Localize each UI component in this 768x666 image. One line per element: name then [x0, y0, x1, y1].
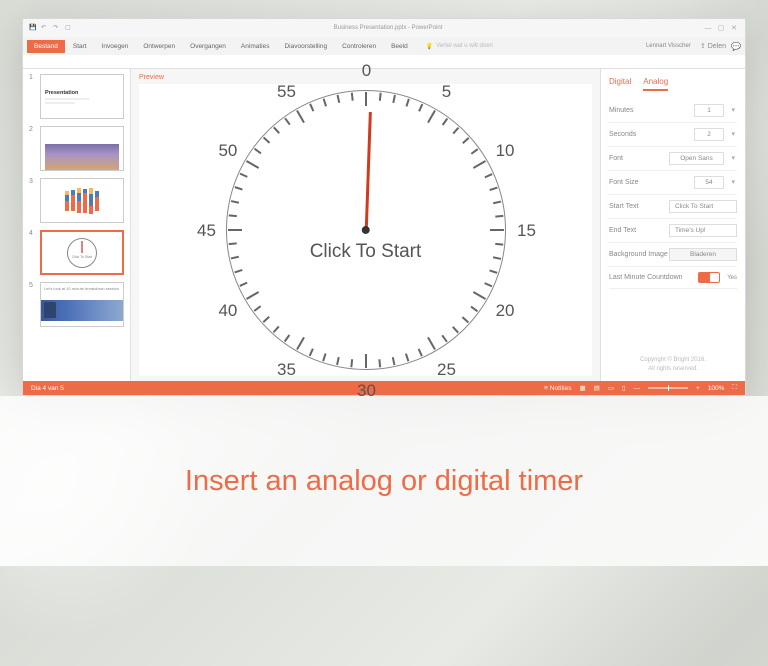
- document-title: Business Presentation.pptx - PowerPoint: [73, 25, 703, 31]
- tab-slideshow[interactable]: Diavoorstelling: [277, 40, 334, 53]
- user-label[interactable]: Lennart Visscher: [646, 43, 691, 49]
- clock-number: 50: [218, 141, 237, 161]
- starttext-label: Start Text: [609, 203, 638, 210]
- clock-number: 5: [442, 82, 451, 102]
- fit-icon[interactable]: ⛶: [732, 384, 737, 392]
- copyright: Copyright © Bright 2016.All rights reser…: [609, 356, 737, 373]
- clock-start-text: Click To Start: [227, 241, 505, 263]
- tab-review[interactable]: Controleren: [335, 40, 383, 53]
- caption-area: Insert an analog or digital timer: [0, 396, 768, 566]
- zoom-in-icon[interactable]: +: [696, 385, 700, 392]
- tab-transitions[interactable]: Overgangen: [183, 40, 233, 53]
- slide-thumb[interactable]: 5 Let's look at 10 minute breakdown sess…: [29, 282, 124, 327]
- share-icon: ⇪: [700, 42, 706, 50]
- font-dropdown[interactable]: Open Sans: [669, 152, 724, 165]
- countdown-toggle[interactable]: [698, 272, 720, 283]
- slide-thumb[interactable]: 3: [29, 178, 124, 223]
- minimize-button[interactable]: —: [703, 23, 713, 33]
- seconds-label: Seconds: [609, 131, 636, 138]
- clock-number: 0: [362, 61, 371, 81]
- save-icon[interactable]: 💾: [29, 24, 37, 32]
- seconds-dropdown[interactable]: 2: [694, 128, 724, 141]
- tab-file[interactable]: Bestand: [27, 40, 65, 53]
- titlebar: 💾 ↶ ↷ ▢ Business Presentation.pptx - Pow…: [23, 19, 745, 37]
- tab-view[interactable]: Beeld: [384, 40, 415, 53]
- font-label: Font: [609, 155, 623, 162]
- clock-number: 55: [277, 82, 296, 102]
- view-sorter-icon[interactable]: ▤: [594, 384, 600, 392]
- share-button[interactable]: ⇪Delen: [700, 42, 726, 50]
- starttext-input[interactable]: Click To Start: [669, 200, 737, 213]
- countdown-label: Last Minute Countdown: [609, 274, 683, 281]
- tab-analog[interactable]: Analog: [643, 77, 668, 91]
- zoom-level[interactable]: 100%: [708, 385, 725, 392]
- zoom-out-icon[interactable]: —: [634, 385, 641, 392]
- clock-number: 15: [517, 221, 536, 241]
- ribbon-body: [23, 55, 745, 69]
- tab-design[interactable]: Ontwerpen: [136, 40, 182, 53]
- slide-thumb[interactable]: 2: [29, 126, 124, 171]
- tab-start[interactable]: Start: [66, 40, 94, 53]
- ribbon-tabs: Bestand Start Invoegen Ontwerpen Overgan…: [23, 37, 745, 55]
- powerpoint-window: 💾 ↶ ↷ ▢ Business Presentation.pptx - Pow…: [22, 18, 746, 396]
- view-slideshow-icon[interactable]: ▯: [622, 384, 626, 392]
- tab-digital[interactable]: Digital: [609, 77, 631, 91]
- bgimage-label: Background Image: [609, 251, 668, 258]
- timer-settings-panel: Digital Analog Minutes 1 Seconds 2 Font Ope…: [600, 69, 745, 381]
- endtext-label: End Text: [609, 227, 636, 234]
- clock-number: 10: [496, 141, 515, 161]
- minutes-label: Minutes: [609, 107, 634, 114]
- clock-number: 25: [437, 360, 456, 380]
- view-normal-icon[interactable]: ▦: [579, 384, 585, 392]
- clock-number: 20: [496, 301, 515, 321]
- slide-counter: Dia 4 van 5: [31, 385, 544, 392]
- statusbar: Dia 4 van 5 ≡ Notities ▦ ▤ ▭ ▯ — + 100% …: [23, 381, 745, 395]
- minutes-dropdown[interactable]: 1: [694, 104, 724, 117]
- browse-button[interactable]: Bladeren: [669, 248, 737, 261]
- comment-icon[interactable]: 💬: [731, 42, 741, 51]
- clock-number: 45: [197, 221, 216, 241]
- close-button[interactable]: ✕: [729, 23, 739, 33]
- fontsize-dropdown[interactable]: 54: [694, 176, 724, 189]
- slide-thumb-active[interactable]: 4 Click To Start: [29, 230, 124, 275]
- caption-text: Insert an analog or digital timer: [185, 465, 583, 498]
- slide-thumb[interactable]: 1 Presentation: [29, 74, 124, 119]
- tab-animations[interactable]: Animaties: [234, 40, 277, 53]
- workspace: 1 Presentation 2 3 4 Clic: [23, 69, 745, 381]
- slideshow-icon[interactable]: ▢: [65, 24, 73, 32]
- clock-hand: [364, 112, 371, 230]
- clock-number: 40: [218, 301, 237, 321]
- endtext-input[interactable]: Time's Up!: [669, 224, 737, 237]
- bulb-icon: 💡: [426, 43, 433, 50]
- slide-canvas[interactable]: Click To Start 0510152025303540455055: [139, 84, 592, 376]
- undo-icon[interactable]: ↶: [41, 24, 49, 32]
- slides-panel: 1 Presentation 2 3 4 Clic: [23, 69, 131, 381]
- redo-icon[interactable]: ↷: [53, 24, 61, 32]
- maximize-button[interactable]: ▢: [716, 23, 726, 33]
- zoom-slider[interactable]: [648, 387, 688, 389]
- tell-me-search[interactable]: 💡Vertel wat u wilt doen: [426, 43, 493, 50]
- fontsize-label: Font Size: [609, 179, 639, 186]
- preview-area: Preview Click To Start 05101520253035404…: [131, 69, 600, 381]
- clock-number: 35: [277, 360, 296, 380]
- notes-button[interactable]: ≡ Notities: [544, 385, 571, 392]
- tab-insert[interactable]: Invoegen: [95, 40, 136, 53]
- view-reading-icon[interactable]: ▭: [608, 384, 614, 392]
- analog-clock[interactable]: Click To Start 0510152025303540455055: [226, 90, 506, 370]
